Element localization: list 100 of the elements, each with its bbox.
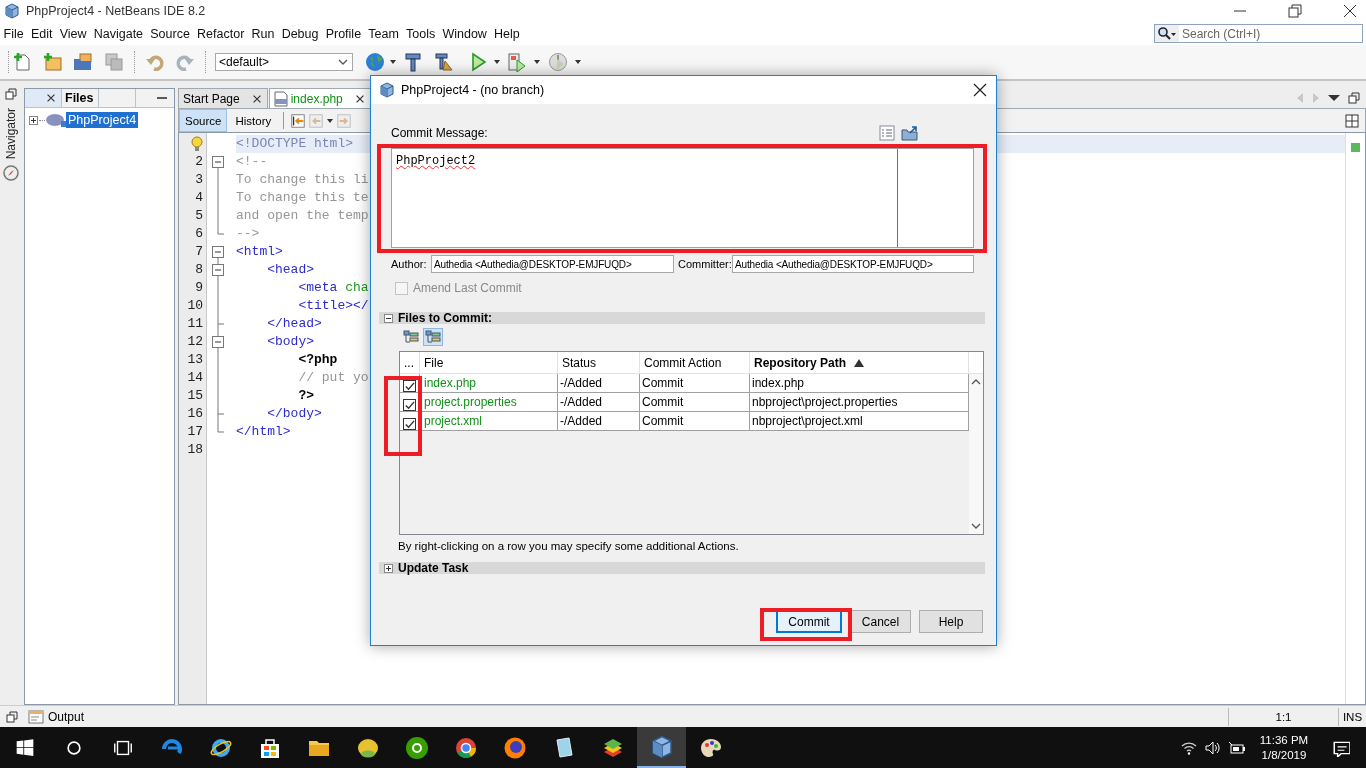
folder-arrow-icon[interactable] [901, 125, 919, 141]
menu-item[interactable]: Source [146, 26, 194, 41]
debug-icon[interactable] [507, 52, 527, 72]
section-title: Update Task [398, 562, 469, 574]
caret-icon[interactable] [533, 58, 541, 66]
dialog-button[interactable]: Help [919, 610, 983, 633]
line-number: 7 [194, 243, 203, 261]
split-icon[interactable] [1345, 113, 1359, 128]
compass-icon[interactable] [3, 165, 19, 182]
code-line: To change this li [236, 171, 369, 189]
line-number: 6 [194, 225, 203, 243]
insert-mode: INS [1342, 710, 1363, 723]
dialog-button[interactable]: Cancel [850, 610, 911, 633]
restore-icon[interactable] [1348, 92, 1360, 104]
menu-item[interactable]: File [0, 26, 28, 41]
menu-item[interactable]: View [56, 26, 91, 41]
code-line: <html> [236, 243, 283, 261]
scroll-up-icon[interactable] [971, 378, 981, 385]
caret-icon[interactable] [574, 58, 582, 66]
checkbox[interactable] [403, 418, 416, 430]
menu-item[interactable]: Debug [278, 26, 323, 41]
line-number: 16 [186, 405, 203, 423]
speaker-icon[interactable] [1205, 739, 1221, 756]
caret-icon[interactable] [493, 58, 501, 66]
marker-icon[interactable] [1351, 143, 1360, 152]
caret-icon[interactable] [389, 58, 397, 66]
gauge-icon[interactable] [548, 52, 568, 72]
view-toggle[interactable] [401, 328, 421, 346]
menu-item[interactable]: Window [438, 26, 491, 41]
restore-icon[interactable] [5, 88, 17, 100]
cube-icon [649, 734, 674, 759]
editor-tab[interactable]: Start Page [178, 88, 268, 108]
code-line: </body> [266, 405, 322, 423]
view-tab[interactable]: History [229, 109, 278, 132]
caret-icon[interactable] [326, 116, 335, 125]
panel-tab[interactable]: Files [62, 89, 99, 107]
menu-item[interactable]: Edit [27, 26, 57, 41]
scroll-down-icon[interactable] [971, 523, 981, 530]
table-cell: project.xml [420, 412, 558, 431]
window-title: PhpProject4 - NetBeans IDE 8.2 [26, 4, 206, 18]
restore-icon[interactable] [1287, 3, 1303, 19]
line-number: 11 [186, 315, 203, 333]
editor-tab[interactable]: index.php [268, 88, 371, 108]
message-field[interactable]: PhpProject2 [391, 148, 974, 248]
committer-field[interactable]: Authedia <Authedia@DESKTOP-EMJFUQD> [732, 255, 974, 273]
hammer-icon[interactable] [403, 52, 423, 72]
view-toggle[interactable] [423, 328, 443, 346]
view-tab[interactable]: Source [179, 109, 228, 132]
code-line: ?> [297, 387, 314, 405]
clock-time: 11:36 PM [1259, 732, 1309, 748]
menu-item[interactable]: Run [247, 26, 279, 41]
expand-icon[interactable] [29, 115, 38, 125]
panel-tab[interactable]: Output [48, 709, 85, 724]
jump-back-icon[interactable] [290, 112, 307, 129]
close-icon[interactable] [1342, 3, 1358, 19]
menu-item[interactable]: Team [364, 26, 403, 41]
side-tab[interactable]: Navigator [4, 108, 18, 160]
new-file-icon[interactable] [13, 52, 33, 72]
battery-icon[interactable] [1228, 739, 1246, 756]
collapse-icon[interactable] [384, 313, 393, 323]
menu-item[interactable]: Refactor [193, 26, 248, 41]
close-icon[interactable] [45, 92, 57, 104]
checkbox[interactable] [403, 399, 416, 411]
line-number: 9 [194, 279, 203, 297]
close-icon[interactable] [973, 83, 987, 97]
line-number: 18 [186, 441, 203, 459]
author-field[interactable]: Authedia <Authedia@DESKTOP-EMJFUQD> [431, 255, 674, 273]
cube-icon [4, 3, 20, 19]
menu-item[interactable]: Navigate [90, 26, 147, 41]
code-line: <title></ [297, 297, 369, 315]
new-project-icon[interactable] [43, 52, 63, 72]
field-label: Author: [391, 258, 428, 270]
dialog-button[interactable]: Commit [776, 610, 842, 633]
code-line: // put yo [297, 369, 369, 387]
disc-icon [404, 735, 429, 760]
menu-item[interactable]: Help [490, 26, 524, 41]
line-number: 8 [194, 261, 203, 279]
checkbox-label: Amend Last Commit [413, 281, 522, 295]
tree-item[interactable]: PhpProject4 [66, 112, 139, 128]
menu-item[interactable]: Profile [322, 26, 365, 41]
file-list-icon [403, 329, 419, 345]
folder-icon[interactable] [73, 52, 93, 72]
line-number: 4 [194, 189, 203, 207]
code-line: </html> [236, 423, 291, 441]
configuration-dropdown[interactable]: <default> [215, 53, 353, 71]
expand-icon[interactable] [384, 563, 393, 573]
wheel-icon [453, 735, 478, 760]
menu-item[interactable]: Tools [402, 26, 439, 41]
lightbulb-icon[interactable] [191, 136, 203, 152]
code-line: --> [236, 225, 260, 243]
dropdown-icon[interactable] [1328, 94, 1340, 102]
hammer-brush-icon[interactable] [434, 52, 454, 72]
line-number: 13 [186, 351, 203, 369]
dialog-title: PhpProject4 - (no branch) [401, 83, 545, 97]
line-number: 15 [186, 387, 203, 405]
checkbox[interactable] [403, 380, 416, 392]
globe-icon[interactable] [365, 52, 385, 72]
line-number: 5 [194, 207, 203, 225]
table-cell: -/Added [558, 412, 640, 431]
restore-icon[interactable] [6, 710, 18, 723]
